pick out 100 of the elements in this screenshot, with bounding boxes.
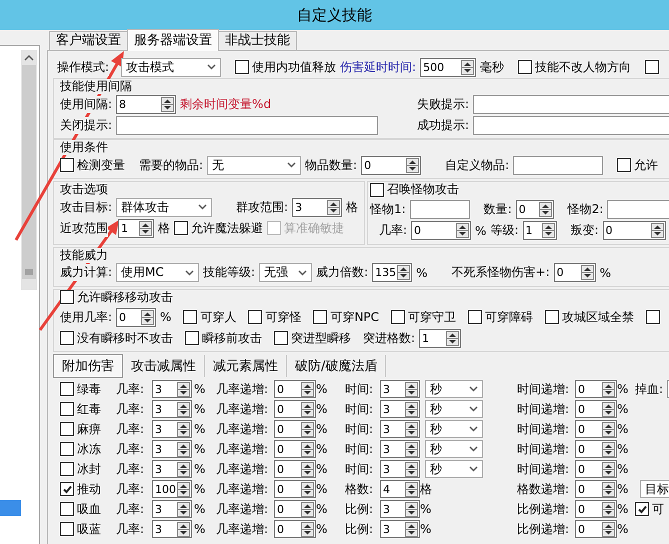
spin-arrows-icon[interactable]	[397, 265, 410, 280]
spin-arrows-icon[interactable]	[602, 502, 615, 516]
tab[interactable]: 附加伤害	[53, 354, 123, 378]
checkbox[interactable]: 可穿人	[183, 308, 236, 326]
spin-arrows-icon[interactable]	[602, 442, 615, 456]
number-spinner[interactable]: 3	[380, 380, 420, 398]
tab[interactable]: 攻击减属性	[123, 355, 205, 377]
number-spinner[interactable]: 0	[274, 460, 316, 478]
spin-arrows-icon[interactable]	[405, 502, 418, 516]
spin-arrows-icon[interactable]	[177, 422, 190, 436]
number-spinner[interactable]: 3	[380, 500, 420, 518]
number-spinner[interactable]: 0	[274, 520, 316, 538]
checkbox[interactable]: 吸蓝	[60, 520, 116, 538]
tab[interactable]: 减元素属性	[205, 355, 287, 377]
number-spinner[interactable]: 0	[411, 221, 472, 240]
spin-arrows-icon[interactable]	[602, 482, 615, 496]
text-field[interactable]	[410, 200, 470, 219]
spin-arrows-icon[interactable]	[602, 382, 615, 396]
spin-arrows-icon[interactable]	[580, 265, 594, 280]
number-spinner[interactable]: 3	[292, 198, 342, 216]
number-spinner[interactable]: 0	[274, 400, 316, 418]
spin-arrows-icon[interactable]	[301, 422, 314, 436]
number-spinner[interactable]: 0	[575, 440, 617, 458]
number-spinner[interactable]: 0	[274, 480, 316, 498]
checkbox[interactable]: 突进型瞬移	[274, 330, 351, 346]
number-spinner[interactable]: 0	[554, 263, 596, 282]
number-spinner[interactable]: 3	[152, 520, 192, 538]
number-spinner[interactable]: 3	[380, 440, 420, 458]
dropdown[interactable]: 群体攻击	[116, 198, 212, 216]
spin-arrows-icon[interactable]	[301, 502, 314, 516]
number-spinner[interactable]: 0	[274, 380, 316, 398]
dropdown[interactable]: 秒	[425, 420, 483, 438]
spin-arrows-icon[interactable]	[446, 330, 460, 346]
spin-arrows-icon[interactable]	[301, 462, 314, 476]
dropdown[interactable]: 攻击模式	[121, 58, 222, 76]
text-field[interactable]	[607, 200, 669, 219]
spin-arrows-icon[interactable]	[177, 442, 190, 456]
checkbox[interactable]: 瞬移前攻击	[185, 330, 262, 346]
checkbox[interactable]: 冰封	[60, 460, 116, 478]
checkbox[interactable]: 可穿怪	[248, 308, 302, 326]
checkbox[interactable]: 允许瞬移移动攻击	[60, 290, 173, 304]
spin-arrows-icon[interactable]	[301, 442, 314, 456]
number-spinner[interactable]: 0	[274, 500, 316, 518]
checkbox[interactable]: 推动	[60, 480, 116, 498]
number-spinner[interactable]: 3	[380, 520, 420, 538]
number-spinner[interactable]: 500	[420, 58, 476, 76]
spin-arrows-icon[interactable]	[177, 402, 190, 416]
checkbox[interactable]: 可穿NPC	[313, 308, 380, 326]
spin-arrows-icon[interactable]	[405, 402, 418, 416]
spin-arrows-icon[interactable]	[602, 422, 615, 436]
spin-arrows-icon[interactable]	[177, 462, 190, 476]
checkbox[interactable]	[646, 310, 660, 324]
number-spinner[interactable]: 3	[152, 440, 192, 458]
dropdown[interactable]: 秒	[425, 440, 483, 458]
checkbox[interactable]: 冰冻	[60, 440, 116, 458]
spin-arrows-icon[interactable]	[177, 522, 190, 536]
spin-arrows-icon[interactable]	[405, 482, 418, 496]
spin-arrows-icon[interactable]	[542, 223, 554, 238]
text-field[interactable]	[473, 94, 669, 114]
checkbox[interactable]: 绿毒	[60, 380, 116, 398]
spin-arrows-icon[interactable]	[405, 522, 418, 536]
scrollbar[interactable]	[21, 50, 37, 290]
text-field[interactable]	[116, 116, 378, 134]
number-spinner[interactable]: 1	[118, 218, 154, 238]
number-spinner[interactable]: 0	[116, 308, 156, 326]
spin-arrows-icon[interactable]	[327, 200, 340, 214]
spin-arrows-icon[interactable]	[405, 442, 418, 456]
number-spinner[interactable]: 0	[274, 420, 316, 438]
spin-arrows-icon[interactable]	[301, 482, 314, 496]
spin-arrows-icon[interactable]	[456, 223, 470, 238]
tab[interactable]: 破防/破魔法盾	[287, 355, 386, 377]
number-spinner[interactable]: 3	[152, 500, 192, 518]
text-field[interactable]	[473, 116, 669, 134]
spin-arrows-icon[interactable]	[301, 382, 314, 396]
number-spinner[interactable]: 3	[152, 460, 192, 478]
dropdown[interactable]: 无	[207, 156, 302, 174]
spin-arrows-icon[interactable]	[177, 482, 190, 496]
spin-arrows-icon[interactable]	[405, 382, 418, 396]
checkbox[interactable]: 吸血	[60, 500, 116, 518]
checkbox[interactable]: 使用内功值释放	[235, 58, 336, 76]
number-spinner[interactable]: 0	[575, 480, 617, 498]
number-spinner[interactable]: 0	[575, 380, 617, 398]
number-spinner[interactable]: 1	[522, 221, 556, 240]
spin-arrows-icon[interactable]	[406, 158, 420, 172]
number-spinner[interactable]: 135	[372, 263, 412, 282]
checkbox[interactable]: 可穿守卫	[391, 308, 456, 326]
number-spinner[interactable]: 0	[575, 500, 617, 518]
number-spinner[interactable]: 3	[152, 420, 192, 438]
checkbox[interactable]: 攻城区域全禁	[545, 308, 634, 326]
number-spinner[interactable]: 0	[274, 440, 316, 458]
tab[interactable]: 非战士技能	[218, 31, 297, 50]
checkbox[interactable]: 麻痹	[60, 420, 116, 438]
spin-arrows-icon[interactable]	[301, 402, 314, 416]
number-spinner[interactable]: 3	[152, 400, 192, 418]
checkbox[interactable]: 允许	[617, 156, 658, 174]
spin-arrows-icon[interactable]	[177, 382, 190, 396]
tab[interactable]: 客户端设置	[49, 31, 128, 50]
number-spinner[interactable]: 0	[361, 156, 422, 174]
spin-arrows-icon[interactable]	[141, 310, 154, 324]
dropdown[interactable]: 秒	[425, 400, 483, 418]
